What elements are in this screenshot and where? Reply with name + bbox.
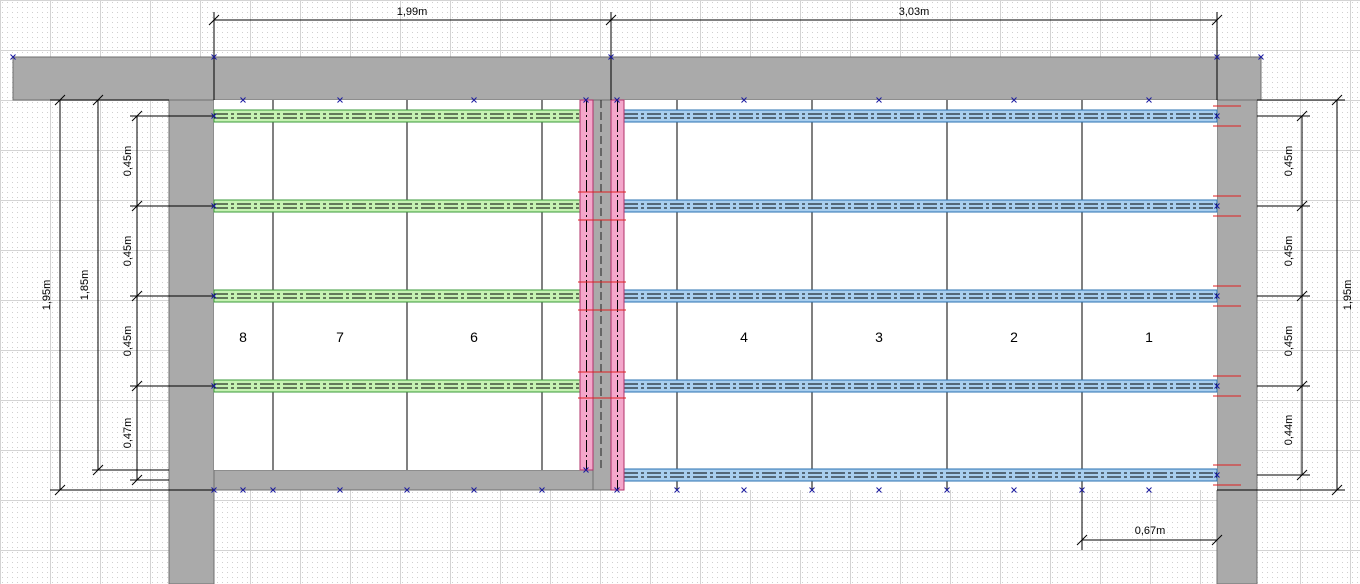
right-wall (1216, 99, 1258, 584)
area-label-8: 8 (239, 329, 247, 345)
left-beam-1 (213, 109, 581, 123)
bottom-left-wall (213, 469, 594, 491)
dim-top-left: 1,99m (397, 6, 428, 18)
left-floor-panel (214, 100, 580, 470)
dim-right-span-2: 0,45m (1283, 236, 1295, 267)
dim-right-span-3: 0,45m (1283, 326, 1295, 357)
left-beam-2 (213, 199, 581, 213)
dim-left-span-4: 0,47m (122, 418, 134, 449)
right-beam-3 (623, 289, 1218, 303)
center-pillar (592, 99, 612, 491)
dim-left-outer: 1,95m (41, 280, 53, 311)
area-label-7: 7 (336, 329, 344, 345)
right-beam-2 (623, 199, 1218, 213)
dim-right-span-4: 0,44m (1283, 415, 1295, 446)
top-wall (12, 56, 1262, 101)
left-beam-4 (213, 379, 581, 393)
dim-left-inner: 1,85m (79, 270, 91, 301)
dim-left-span-2: 0,45m (122, 236, 134, 267)
dim-top-right: 3,03m (899, 6, 930, 18)
area-label-6: 6 (470, 329, 478, 345)
floor-plan-drawing: 8 7 6 4 3 2 1 1,99m 3,03m 1,95m 1,85m 0,… (10, 6, 1354, 584)
area-label-1: 1 (1145, 329, 1153, 345)
area-label-4: 4 (740, 329, 748, 345)
right-beam-5 (623, 468, 1218, 482)
dim-right-outer: 1,95m (1342, 280, 1354, 311)
dim-right-span-1: 0,45m (1283, 146, 1295, 177)
left-wall (168, 99, 215, 584)
dim-left-span-1: 0,45m (122, 146, 134, 177)
area-label-2: 2 (1010, 329, 1018, 345)
dim-left-span-3: 0,45m (122, 326, 134, 357)
dim-bottom: 0,67m (1135, 525, 1166, 537)
right-beam-1 (623, 109, 1218, 123)
left-beam-3 (213, 289, 581, 303)
area-label-3: 3 (875, 329, 883, 345)
right-beam-4 (623, 379, 1218, 393)
